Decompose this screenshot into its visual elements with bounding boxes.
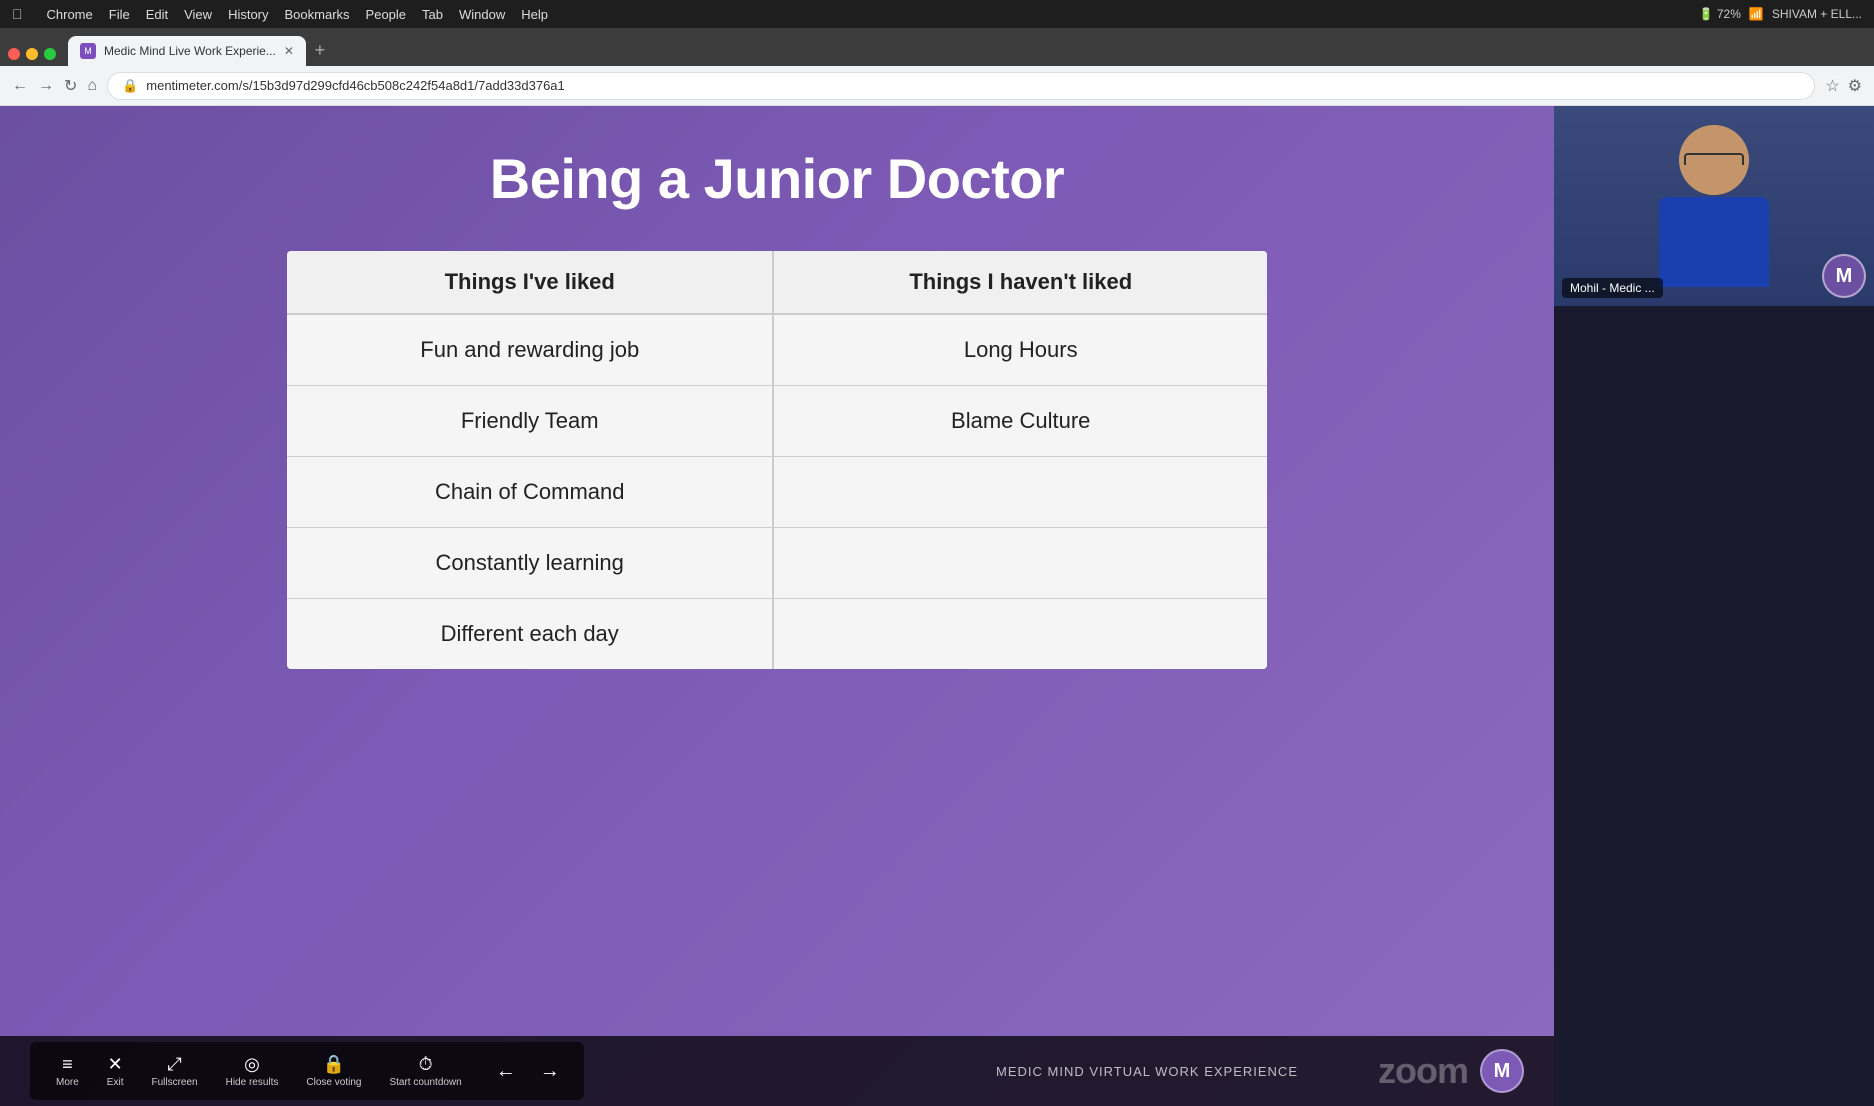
- content-area: Being a Junior Doctor Things I've liked …: [0, 106, 1874, 1106]
- toolbar-controls: ≡ More ✕ Exit ⤢ Fullscreen ◎ Hide result…: [30, 1042, 584, 1100]
- fullscreen-icon: ⤢: [167, 1054, 181, 1075]
- disliked-cell-1: Long Hours: [773, 314, 1267, 386]
- start-countdown-button[interactable]: ⏱ Start countdown: [379, 1050, 471, 1092]
- presentation-slide: Being a Junior Doctor Things I've liked …: [0, 106, 1554, 1106]
- mac-menubar:  Chrome File Edit View History Bookmark…: [0, 0, 1874, 28]
- exit-icon: ✕: [108, 1054, 123, 1075]
- hide-results-label: Hide results: [226, 1077, 279, 1088]
- menu-people[interactable]: People: [366, 7, 406, 22]
- menu-bookmarks[interactable]: Bookmarks: [285, 7, 350, 22]
- more-button[interactable]: ≡ More: [46, 1050, 89, 1092]
- wifi-icon: 📶: [1749, 7, 1764, 21]
- table-row: Fun and rewarding job Long Hours: [287, 314, 1267, 386]
- bottom-text: MEDIC MIND VIRTUAL WORK EXPERIENCE: [996, 1064, 1298, 1079]
- zoom-section: zoom M: [1378, 1049, 1524, 1093]
- disliked-cell-2: Blame Culture: [773, 386, 1267, 457]
- home-button[interactable]: ⌂: [87, 77, 97, 95]
- close-voting-icon: 🔒: [323, 1054, 345, 1075]
- close-window-button[interactable]: [8, 48, 20, 60]
- tab-close-button[interactable]: ✕: [284, 44, 294, 58]
- extensions-icon[interactable]: ⚙: [1848, 76, 1862, 96]
- menu-tab[interactable]: Tab: [422, 7, 443, 22]
- url-bar[interactable]: 🔒 mentimeter.com/s/15b3d97d299cfd46cb508…: [107, 72, 1815, 100]
- tab-title: Medic Mind Live Work Experie...: [104, 44, 276, 58]
- table-row: Different each day: [287, 599, 1267, 670]
- liked-cell-4: Constantly learning: [287, 528, 773, 599]
- mac-status-bar: 🔋 72% 📶 SHIVAM + ELL...: [1699, 7, 1862, 21]
- slide-title: Being a Junior Doctor: [490, 146, 1064, 211]
- person-body: [1659, 197, 1769, 287]
- menu-file[interactable]: File: [109, 7, 130, 22]
- video-name-badge: Mohil - Medic ...: [1562, 278, 1663, 298]
- address-bar: ← → ↻ ⌂ 🔒 mentimeter.com/s/15b3d97d299cf…: [0, 66, 1874, 106]
- video-feed: Mohil - Medic ... M: [1554, 106, 1874, 306]
- fullscreen-label: Fullscreen: [151, 1077, 197, 1088]
- col1-header: Things I've liked: [287, 251, 773, 314]
- battery-icon: 🔋 72%: [1699, 7, 1741, 21]
- next-slide-button[interactable]: →: [532, 1056, 568, 1087]
- mac-menu: Chrome File Edit View History Bookmarks …: [47, 7, 549, 22]
- hide-results-button[interactable]: ◎ Hide results: [216, 1050, 289, 1092]
- liked-cell-5: Different each day: [287, 599, 773, 670]
- liked-cell-2: Friendly Team: [287, 386, 773, 457]
- hide-results-icon: ◎: [244, 1054, 260, 1075]
- forward-button[interactable]: →: [38, 77, 54, 95]
- zoom-avatar: M: [1480, 1049, 1524, 1093]
- video-avatar: M: [1822, 254, 1866, 298]
- menu-chrome[interactable]: Chrome: [47, 7, 93, 22]
- refresh-button[interactable]: ↻: [64, 76, 77, 96]
- bookmark-icon[interactable]: ☆: [1825, 76, 1839, 96]
- menu-help[interactable]: Help: [521, 7, 548, 22]
- browser-action-icons: ☆ ⚙: [1825, 76, 1862, 96]
- close-voting-button[interactable]: 🔒 Close voting: [296, 1050, 371, 1092]
- exit-button[interactable]: ✕ Exit: [97, 1050, 134, 1092]
- minimize-window-button[interactable]: [26, 48, 38, 60]
- exit-label: Exit: [107, 1077, 124, 1088]
- lock-icon: 🔒: [122, 78, 138, 94]
- zoom-logo: zoom: [1378, 1050, 1468, 1092]
- menu-view[interactable]: View: [184, 7, 212, 22]
- apple-icon[interactable]: : [12, 6, 23, 22]
- chrome-frame: M Medic Mind Live Work Experie... ✕ + ← …: [0, 28, 1874, 1106]
- time-display: SHIVAM + ELL...: [1772, 7, 1862, 21]
- maximize-window-button[interactable]: [44, 48, 56, 60]
- tab-bar: M Medic Mind Live Work Experie... ✕ +: [0, 28, 1874, 66]
- back-button[interactable]: ←: [12, 77, 28, 95]
- person-figure: [1659, 125, 1769, 287]
- liked-cell-3: Chain of Command: [287, 457, 773, 528]
- more-icon: ≡: [62, 1054, 73, 1075]
- table-row: Constantly learning: [287, 528, 1267, 599]
- table-row: Friendly Team Blame Culture: [287, 386, 1267, 457]
- menu-history[interactable]: History: [228, 7, 268, 22]
- video-panel: Mohil - Medic ... M: [1554, 106, 1874, 1106]
- fullscreen-button[interactable]: ⤢ Fullscreen: [141, 1050, 207, 1092]
- tab-favicon: M: [80, 43, 96, 59]
- menu-edit[interactable]: Edit: [146, 7, 168, 22]
- close-voting-label: Close voting: [306, 1077, 361, 1088]
- countdown-icon: ⏱: [419, 1054, 433, 1075]
- new-tab-button[interactable]: +: [306, 36, 334, 64]
- bottom-right-section: MEDIC MIND VIRTUAL WORK EXPERIENCE zoom …: [996, 1049, 1524, 1093]
- comparison-table: Things I've liked Things I haven't liked…: [287, 251, 1267, 669]
- col2-header: Things I haven't liked: [773, 251, 1267, 314]
- slide-navigation: ← →: [488, 1056, 568, 1087]
- liked-cell-1: Fun and rewarding job: [287, 314, 773, 386]
- disliked-cell-5: [773, 599, 1267, 670]
- video-rest-area: [1554, 306, 1874, 1106]
- menu-window[interactable]: Window: [459, 7, 505, 22]
- url-text: mentimeter.com/s/15b3d97d299cfd46cb508c2…: [146, 78, 565, 93]
- countdown-label: Start countdown: [389, 1077, 461, 1088]
- active-tab[interactable]: M Medic Mind Live Work Experie... ✕: [68, 36, 306, 66]
- traffic-lights: [8, 48, 56, 60]
- disliked-cell-4: [773, 528, 1267, 599]
- prev-slide-button[interactable]: ←: [488, 1056, 524, 1087]
- chin: [1699, 181, 1729, 195]
- table-row: Chain of Command: [287, 457, 1267, 528]
- more-label: More: [56, 1077, 79, 1088]
- glasses-icon: [1684, 153, 1744, 165]
- person-head: [1679, 125, 1749, 195]
- disliked-cell-3: [773, 457, 1267, 528]
- bottom-toolbar: ≡ More ✕ Exit ⤢ Fullscreen ◎ Hide result…: [0, 1036, 1554, 1106]
